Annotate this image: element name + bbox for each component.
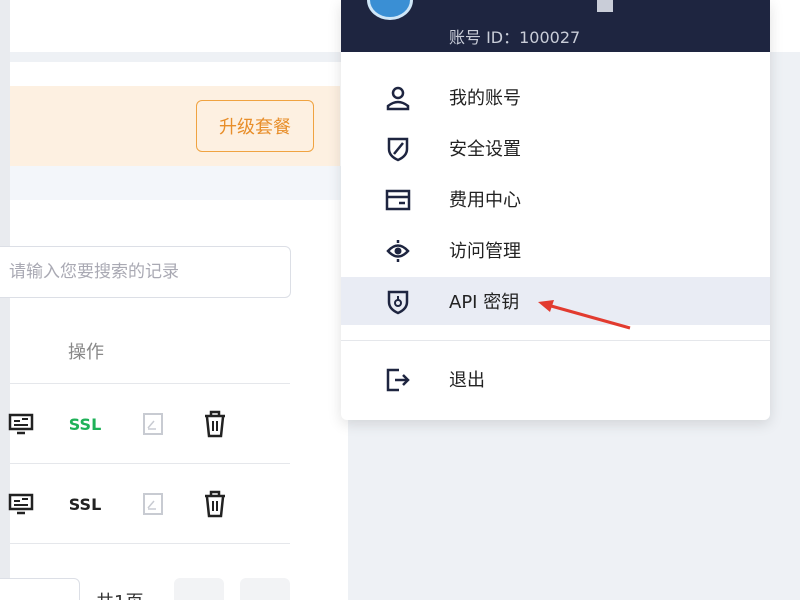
menu-divider: [341, 340, 770, 341]
row-divider: [10, 463, 290, 464]
shield-icon: [385, 136, 411, 162]
menu-item-label: 访问管理: [449, 241, 521, 262]
next-page-button[interactable]: [240, 578, 290, 600]
trash-icon[interactable]: [200, 488, 230, 520]
avatar: [367, 0, 413, 20]
page-count-text: 共1页: [96, 588, 143, 600]
account-header: 账号 ID：100027: [341, 0, 770, 52]
menu-item-security[interactable]: 安全设置: [341, 124, 770, 172]
menu-item-label: 费用中心: [449, 190, 521, 211]
ssl-link-label: SSL: [68, 414, 102, 434]
edit-icon[interactable]: [140, 410, 166, 438]
actions-column-header: 操作: [68, 342, 104, 363]
menu-item-label: API 密钥: [449, 292, 520, 313]
ssl-link[interactable]: SSL: [64, 492, 106, 516]
access-icon: [385, 238, 411, 264]
page-size-select[interactable]: [0, 578, 80, 600]
monitor-icon[interactable]: [6, 410, 36, 438]
search-input[interactable]: [0, 246, 291, 298]
header-divider: [10, 383, 290, 384]
trash-icon[interactable]: [200, 408, 230, 440]
annotation-arrow-icon: [538, 300, 631, 330]
banner-spacer: [10, 166, 348, 200]
copy-icon[interactable]: [597, 0, 613, 12]
upgrade-plan-button[interactable]: 升级套餐: [196, 100, 314, 152]
logout-icon: [385, 367, 411, 393]
ssl-link[interactable]: SSL: [64, 412, 106, 436]
menu-item-billing[interactable]: 费用中心: [341, 175, 770, 223]
edit-icon[interactable]: [140, 490, 166, 518]
account-dropdown: 账号 ID：100027 我的账号 安全设置 费用中心 访问管理 API 密钥: [341, 0, 770, 420]
menu-item-label: 我的账号: [449, 88, 521, 109]
row-divider: [10, 543, 290, 544]
wallet-icon: [385, 187, 411, 213]
menu-item-my-account[interactable]: 我的账号: [341, 73, 770, 121]
menu-item-label: 退出: [449, 370, 485, 391]
menu-item-logout[interactable]: 退出: [341, 355, 770, 403]
monitor-icon[interactable]: [6, 490, 36, 518]
menu-item-label: 安全设置: [449, 139, 521, 160]
menu-item-access-management[interactable]: 访问管理: [341, 226, 770, 274]
ssl-link-label: SSL: [68, 494, 102, 514]
key-shield-icon: [385, 289, 411, 315]
account-id: 账号 ID：100027: [449, 28, 581, 47]
prev-page-button[interactable]: [174, 578, 224, 600]
user-icon: [385, 85, 411, 111]
